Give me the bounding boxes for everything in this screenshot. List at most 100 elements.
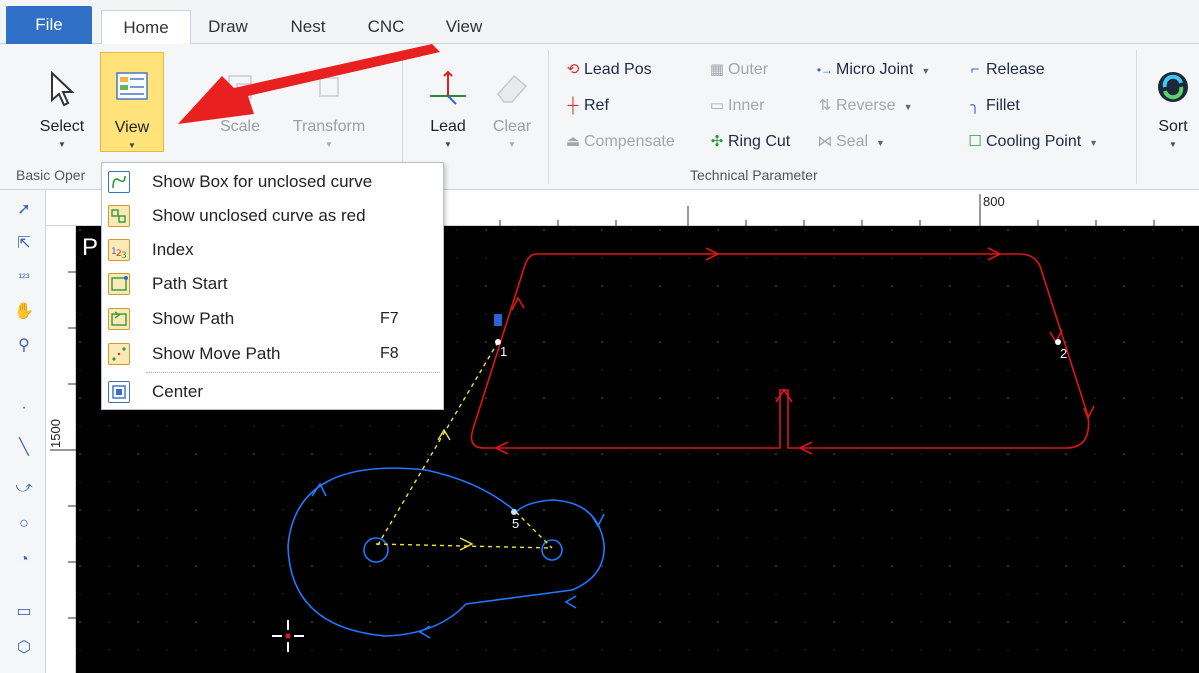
reverse-button[interactable]: ⇅ Reverse ▼ [814, 94, 913, 118]
menu-item-label: Path Start [152, 274, 228, 293]
fillet-icon: ╮ [970, 97, 980, 114]
basic-operation-group-label: Basic Oper [16, 167, 86, 183]
rectangle-tool-icon[interactable]: ▭ [14, 602, 34, 622]
chevron-down-icon: ▼ [58, 140, 66, 149]
outer-label: Outer [728, 61, 769, 78]
inner-button[interactable]: ▭ Inner [706, 94, 765, 118]
micro-joint-button[interactable]: •→ Micro Joint ▼ [814, 58, 930, 82]
menu-item-show-box-unclosed[interactable]: Show Box for unclosed curve [102, 165, 443, 199]
menu-item-path-start[interactable]: Path Start [102, 267, 443, 301]
sort-label: Sort [1158, 118, 1188, 135]
transform-icon [319, 77, 339, 97]
menu-item-center[interactable]: Center [102, 375, 443, 409]
lead-pos-button[interactable]: ⟲ Lead Pos [562, 58, 652, 82]
tab-nest[interactable]: Nest [280, 10, 336, 44]
hand-pan-icon[interactable]: ✋ [14, 302, 34, 322]
point-1-label: 1 [500, 344, 508, 359]
menu-item-shortcut: F7 [380, 310, 399, 327]
fillet-label: Fillet [986, 97, 1020, 114]
menu-item-show-move-path[interactable]: Show Move Path F8 [102, 337, 443, 371]
transform-label: Transform [292, 118, 366, 135]
ref-button[interactable]: ┼ Ref [562, 94, 609, 118]
compensate-button[interactable]: ⏏ Compensate [562, 130, 675, 154]
polyline-tool-icon[interactable]: ⤻ [14, 478, 34, 498]
node-select-icon[interactable]: ⇱ [14, 234, 34, 254]
horizontal-ruler-label: 800 [983, 194, 1005, 209]
unclosed-red-icon [108, 205, 130, 227]
compensate-icon: ⏏ [565, 133, 581, 150]
menu-item-label: Show Box for unclosed curve [152, 172, 373, 191]
outer-icon: ▦ [709, 61, 725, 78]
point-tool-icon[interactable]: · [14, 398, 34, 418]
micro-joint-label: Micro Joint [836, 61, 914, 78]
lead-pos-label: Lead Pos [584, 61, 652, 78]
polygon-tool-icon[interactable]: ⬡ [14, 638, 34, 658]
menu-item-index[interactable]: 123 Index [102, 233, 443, 267]
ring-cut-label: Ring Cut [728, 133, 791, 150]
tab-home[interactable]: Home [101, 10, 191, 45]
inner-label: Inner [728, 97, 765, 114]
sort-button[interactable]: Sort ▼ [1144, 52, 1199, 152]
release-label: Release [986, 61, 1045, 78]
point-2-label: 2 [1060, 346, 1068, 361]
group-separator [548, 50, 549, 184]
tab-draw[interactable]: Draw [200, 10, 256, 44]
chevron-down-icon: ▼ [1089, 138, 1099, 148]
menu-item-show-path[interactable]: Show Path F7 [102, 302, 443, 336]
transform-button[interactable]: Transform ▼ [286, 52, 372, 152]
clear-button[interactable]: Clear ▼ [480, 52, 544, 152]
path-start-icon [108, 273, 130, 295]
menu-item-show-unclosed-red[interactable]: Show unclosed curve as red [102, 199, 443, 233]
vertical-ruler-ticks [50, 271, 76, 619]
chevron-down-icon: ▼ [128, 141, 136, 150]
point-2-marker [1055, 339, 1061, 345]
line-tool-icon[interactable]: ╲ [14, 438, 34, 458]
select-button[interactable]: Select ▼ [30, 52, 94, 152]
ref-cross-icon: ┼ [567, 97, 579, 114]
group-separator [1136, 50, 1137, 184]
point-5-marker [511, 509, 517, 515]
ref-label: Ref [584, 97, 609, 114]
vertical-ruler: 1500 [46, 226, 76, 673]
lead-button[interactable]: Lead ▼ [416, 52, 480, 152]
lead-label: Lead [430, 118, 466, 135]
view-label: View [114, 119, 150, 136]
path-start-marker [494, 314, 502, 326]
ring-cut-button[interactable]: ✣ Ring Cut [706, 130, 791, 154]
center-icon [108, 381, 130, 403]
svg-text:3: 3 [121, 251, 127, 260]
outer-button[interactable]: ▦ Outer [706, 58, 768, 82]
fillet-button[interactable]: ╮ Fillet [964, 94, 1020, 118]
menu-tab-bar: File Home Draw Nest CNC View [0, 0, 1199, 45]
index-tool-icon[interactable]: ¹²³ [14, 268, 34, 288]
tab-file[interactable]: File [6, 6, 92, 44]
menu-item-label: Index [152, 240, 194, 259]
zoom-icon[interactable]: ⚲ [14, 336, 34, 356]
chevron-down-icon: ▼ [508, 140, 516, 149]
inner-icon: ▭ [709, 97, 725, 114]
cooling-point-icon: ☐ [968, 133, 982, 150]
tab-view[interactable]: View [436, 10, 492, 44]
menu-separator [146, 372, 440, 373]
chevron-down-icon: ▼ [921, 66, 931, 76]
scale-button[interactable]: Scale [208, 52, 272, 152]
view-button[interactable]: View ▼ [100, 52, 164, 152]
sort-icon [1158, 72, 1188, 102]
reverse-label: Reverse [836, 97, 896, 114]
micro-joint-icon: •→ [816, 63, 834, 77]
release-button[interactable]: ⌐ Release [964, 58, 1045, 82]
chevron-down-icon: ▼ [444, 140, 452, 149]
ring-cut-icon: ✣ [710, 133, 724, 150]
arc-tool-icon[interactable]: ◔ [14, 550, 34, 570]
chevron-down-icon: ▼ [876, 138, 885, 148]
tab-cnc[interactable]: CNC [358, 10, 414, 44]
chevron-down-icon: ▼ [903, 102, 913, 112]
show-move-path-icon [108, 343, 130, 365]
lead-icon [430, 70, 466, 105]
pointer-icon[interactable]: ➚ [14, 200, 34, 220]
seal-button[interactable]: ⋈ Seal ▼ [814, 130, 885, 154]
menu-item-label: Show unclosed curve as red [152, 206, 366, 225]
circle-tool-icon[interactable]: ○ [14, 514, 34, 534]
cooling-point-button[interactable]: ☐ Cooling Point ▼ [964, 130, 1098, 154]
cooling-point-label: Cooling Point [986, 133, 1082, 150]
